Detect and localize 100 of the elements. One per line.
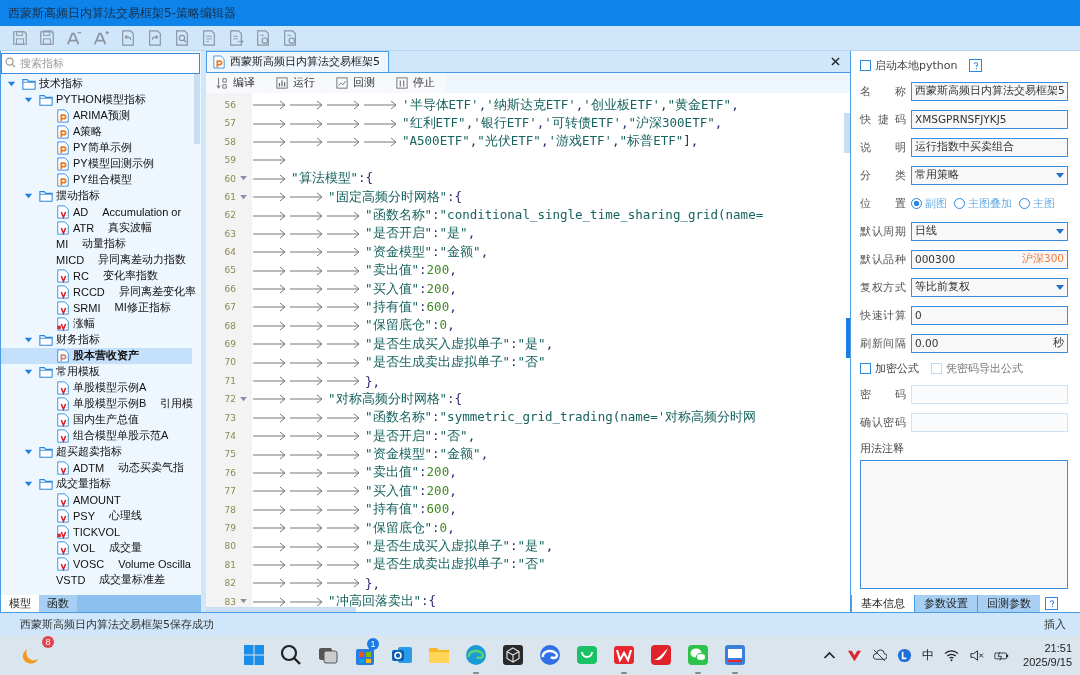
tree-item[interactable]: 涨幅 [1, 315, 192, 332]
formula-file-icon [56, 284, 70, 299]
page-undo-icon[interactable] [120, 30, 136, 46]
tree-item[interactable]: PY简单示例 [1, 139, 192, 156]
tree-item[interactable]: 组合模型单股示范A [1, 427, 192, 444]
page-search-icon[interactable] [174, 30, 190, 46]
tree-item[interactable]: ARIMA预测 [1, 107, 192, 124]
text-field[interactable]: 0.00 秒 [911, 333, 1068, 353]
expanded-arrow-icon[interactable] [24, 479, 33, 489]
tree-item[interactable]: AD Accumulation or [1, 203, 192, 220]
tree-item[interactable]: 成交量指标 [1, 475, 192, 492]
radio-button[interactable] [1019, 197, 1030, 209]
code-line: "卖出值":200, [365, 464, 457, 482]
tab[interactable]: 参数设置 [914, 595, 977, 613]
tree-item[interactable]: A策略 [1, 123, 192, 140]
tab[interactable]: 模型 [1, 595, 39, 613]
wifi-icon[interactable] [944, 647, 960, 663]
tree-item[interactable]: 技术指标 [1, 75, 192, 92]
tree-item[interactable]: 国内生产总值 [1, 411, 192, 428]
checkbox[interactable] [860, 363, 871, 375]
toolbar-button[interactable]: 编译 [206, 72, 265, 93]
tree-item-description: 成交量标准差 [99, 572, 166, 588]
tree-item[interactable]: MICD 异同离差动力指数 [1, 251, 192, 268]
dropdown[interactable]: 常用策略 [911, 165, 1068, 185]
tree-item[interactable]: MI 动量指标 [1, 235, 192, 252]
tab[interactable]: 回测参数 [977, 595, 1040, 613]
search-icon [5, 56, 16, 68]
tree-item[interactable]: AMOUNT [1, 491, 192, 508]
text-field[interactable]: 0 [911, 305, 1068, 325]
tree-item[interactable]: RC 变化率指数 [1, 267, 192, 284]
formula-file-icon [56, 492, 70, 507]
toolbar-button[interactable]: 回测 [326, 72, 385, 93]
tree-item[interactable]: 超买超卖指标 [1, 443, 192, 460]
expanded-arrow-icon[interactable] [24, 191, 33, 201]
tree-item[interactable]: PY模型回测示例 [1, 155, 192, 172]
notes-field[interactable] [860, 459, 1068, 590]
checkbox[interactable] [860, 60, 871, 72]
fold-icon[interactable] [239, 194, 247, 200]
text-field[interactable]: 000300 沪深300 [911, 249, 1068, 269]
fold-icon[interactable] [239, 396, 247, 402]
tree-item[interactable]: VOSC Volume Oscilla [1, 555, 192, 572]
tree-item[interactable]: 单股模型示例A [1, 379, 192, 396]
radio-button[interactable] [954, 197, 965, 209]
tree-item[interactable]: TICKVOL [1, 523, 192, 540]
fold-icon[interactable] [239, 599, 247, 605]
zigzag-app-icon[interactable] [612, 643, 636, 675]
tree-item[interactable]: PSY 心理线 [1, 507, 192, 524]
help-icon[interactable] [1045, 597, 1058, 611]
radio-button[interactable] [911, 197, 922, 209]
tree-item[interactable]: 财务指标 [1, 331, 192, 348]
tree-item[interactable]: 摆动指标 [1, 187, 192, 204]
tab[interactable]: 函数 [39, 595, 77, 613]
code-line: "是否生成买入虚拟单子":"是", [365, 335, 554, 353]
expanded-arrow-icon[interactable] [24, 367, 33, 377]
cloud-off-icon[interactable] [872, 647, 888, 663]
close-icon[interactable] [831, 56, 840, 66]
help-icon[interactable] [969, 59, 983, 73]
tree-item[interactable]: VOL 成交量 [1, 539, 192, 556]
app-window-icon[interactable] [723, 643, 747, 675]
tree-item[interactable]: 股本营收资产 [1, 347, 192, 364]
text-field[interactable]: 运行指数中买卖组合 [911, 137, 1068, 157]
page-edit-icon[interactable] [201, 30, 217, 46]
fold-icon[interactable] [239, 176, 247, 182]
line-number: 57 [223, 117, 236, 131]
dropdown[interactable]: 等比前复权 [911, 277, 1068, 297]
code-line: "持有值":600, [365, 501, 457, 519]
expanded-arrow-icon[interactable] [24, 335, 33, 345]
tree-item[interactable]: PYTHON模型指标 [1, 91, 192, 108]
tree-item[interactable]: VSTD 成交量标准差 [1, 571, 192, 588]
toolbar-button[interactable]: 运行 [266, 72, 325, 93]
dropdown[interactable]: 日线 [911, 221, 1068, 241]
page-gear-icon[interactable] [282, 30, 298, 46]
splitter-handle[interactable] [846, 317, 850, 358]
tree-item[interactable]: PY组合模型 [1, 171, 192, 188]
chat-icon[interactable] [686, 643, 710, 675]
speaker-muted-icon[interactable] [969, 647, 985, 663]
toolbar-button[interactable]: 停止 [386, 72, 445, 93]
field-label: 位置 [860, 195, 906, 211]
expanded-arrow-icon[interactable] [24, 447, 33, 457]
page-gear-icon[interactable] [255, 30, 271, 46]
splitter-handle[interactable] [201, 50, 206, 613]
tree-item[interactable]: ATR 真实波幅 [1, 219, 192, 236]
line-number: 73 [223, 411, 236, 425]
search-field[interactable]: 搜索指标 [1, 52, 200, 74]
tree-item[interactable]: ADTM 动态买卖气指 [1, 459, 192, 476]
document-tab[interactable]: 西蒙斯高频日内算法交易框架5 [206, 50, 389, 72]
tree-item[interactable]: SRMI MI修正指标 [1, 299, 192, 316]
font-larger-icon[interactable] [93, 30, 109, 46]
text-field[interactable]: XMSGPRNSFJYKJ5 [911, 109, 1068, 129]
text-field[interactable]: 西蒙斯高频日内算法交易框架5 [911, 81, 1068, 101]
notification-badge: 1 [367, 638, 379, 651]
page-export-icon[interactable] [228, 30, 244, 46]
save-all-icon[interactable] [39, 30, 55, 46]
tree-item[interactable]: 单股模型示例B 引用模 [1, 395, 192, 412]
save-icon[interactable] [12, 30, 28, 46]
tree-item[interactable]: 常用模板 [1, 363, 192, 380]
browser-icon[interactable] [464, 643, 488, 675]
font-smaller-icon[interactable] [66, 30, 82, 46]
input-method-indicator[interactable]: 中 [922, 646, 935, 664]
page-redo-icon[interactable] [147, 30, 163, 46]
